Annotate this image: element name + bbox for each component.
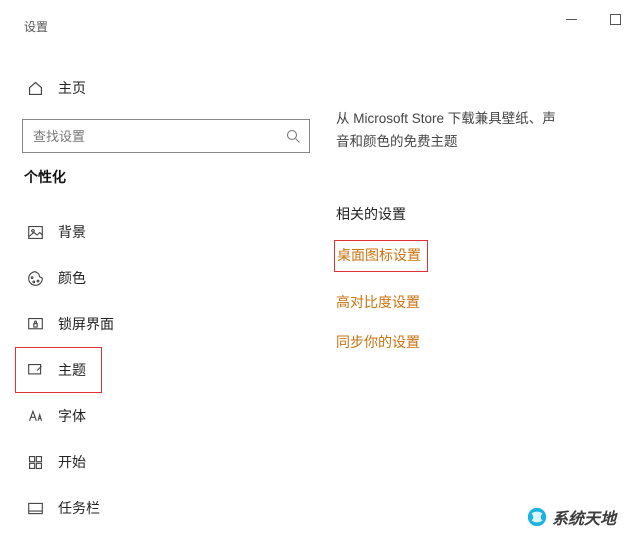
content-pane: 从 Microsoft Store 下载兼具壁纸、声 音和颜色的免费主题 相关的… <box>330 8 630 543</box>
related-heading: 相关的设置 <box>336 204 630 224</box>
palette-icon <box>26 269 44 287</box>
app-title: 设置 <box>24 18 314 35</box>
lockscreen-icon <box>26 315 44 333</box>
maximize-button[interactable] <box>604 8 626 30</box>
start-icon <box>26 453 44 471</box>
store-text: 从 Microsoft Store 下载兼具壁纸、声 音和颜色的免费主题 <box>336 108 630 154</box>
settings-window: 设置 主页 个性化 背景 颜色 <box>0 0 630 543</box>
font-icon <box>26 407 44 425</box>
watermark-text: 系统天地 <box>552 505 616 529</box>
sidebar-item-themes[interactable]: 主题 <box>15 347 102 393</box>
search-box[interactable] <box>22 119 310 153</box>
sidebar-item-label: 颜色 <box>58 268 86 288</box>
globe-icon <box>526 506 548 528</box>
link-sync-settings[interactable]: 同步你的设置 <box>336 332 420 352</box>
watermark: 系统天地 <box>526 505 616 529</box>
store-line2: 音和颜色的免费主题 <box>336 134 458 149</box>
sidebar-item-start[interactable]: 开始 <box>16 439 314 485</box>
minimize-button[interactable] <box>560 8 582 30</box>
nav-home-label: 主页 <box>58 78 86 98</box>
home-icon <box>26 79 44 97</box>
window-controls <box>560 8 626 30</box>
sidebar-item-taskbar[interactable]: 任务栏 <box>16 485 314 531</box>
search-icon <box>286 129 301 144</box>
picture-icon <box>26 223 44 241</box>
sidebar-item-label: 开始 <box>58 452 86 472</box>
sidebar-item-background[interactable]: 背景 <box>16 209 314 255</box>
sidebar-item-fonts[interactable]: 字体 <box>16 393 314 439</box>
taskbar-icon <box>26 499 44 517</box>
sidebar-item-label: 背景 <box>58 222 86 242</box>
sidebar-item-colors[interactable]: 颜色 <box>16 255 314 301</box>
sidebar-item-lockscreen[interactable]: 锁屏界面 <box>16 301 314 347</box>
section-heading: 个性化 <box>24 167 314 187</box>
brush-icon <box>26 361 44 379</box>
nav-home[interactable]: 主页 <box>16 65 314 111</box>
store-line1: 从 Microsoft Store 下载兼具壁纸、声 <box>336 111 556 126</box>
sidebar: 设置 主页 个性化 背景 颜色 <box>0 8 330 543</box>
sidebar-item-label: 字体 <box>58 406 86 426</box>
link-desktop-icons[interactable]: 桌面图标设置 <box>334 240 428 272</box>
sidebar-item-label: 任务栏 <box>58 498 100 518</box>
search-input[interactable] <box>33 129 273 144</box>
sidebar-item-label: 锁屏界面 <box>58 314 114 334</box>
sidebar-item-label: 主题 <box>58 360 86 380</box>
link-high-contrast[interactable]: 高对比度设置 <box>336 292 420 312</box>
